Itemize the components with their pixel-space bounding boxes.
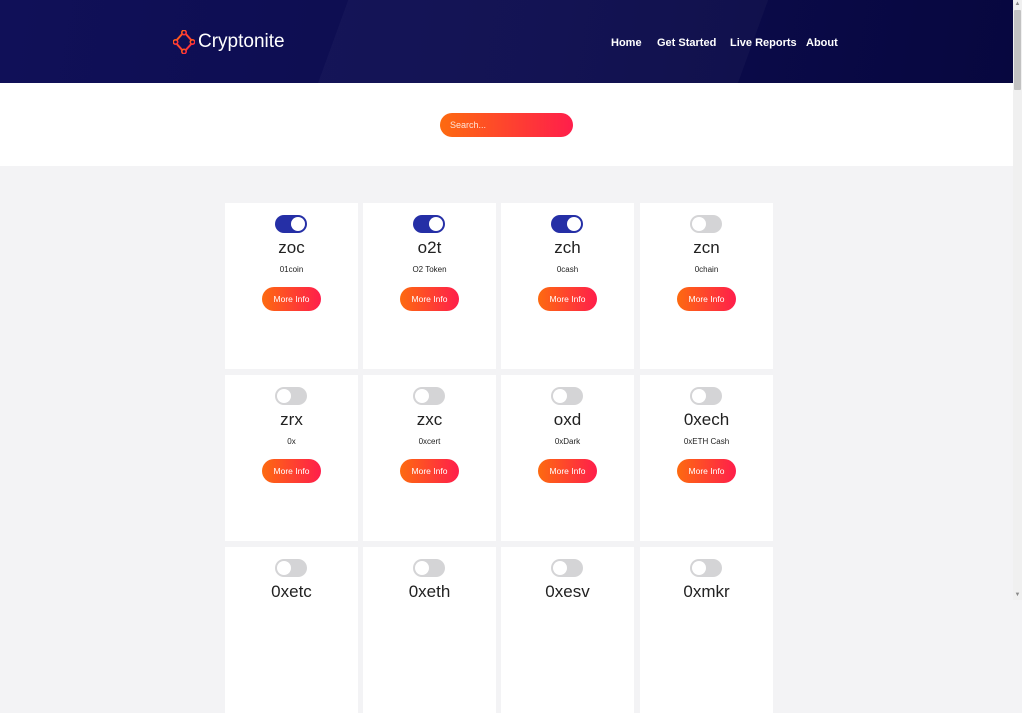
coin-symbol: oxd [553, 410, 582, 429]
coin-toggle[interactable] [413, 559, 445, 577]
coin-symbol: zoc [278, 238, 305, 257]
toggle-knob [692, 389, 706, 403]
nav-home[interactable]: Home [611, 36, 642, 50]
toggle-knob [277, 561, 291, 575]
toggle-knob [291, 217, 305, 231]
coin-card-8: 0xetc [225, 547, 358, 713]
search-input[interactable] [440, 113, 573, 137]
toggle-knob [692, 561, 706, 575]
coin-symbol: 0xech [683, 410, 730, 429]
coin-toggle[interactable] [551, 559, 583, 577]
coin-card-5: zxc 0xcert More Info [363, 375, 496, 541]
coin-toggle[interactable] [551, 215, 583, 233]
coin-card-0: zoc 01coin More Info [225, 203, 358, 369]
coin-card-2: zch 0cash More Info [501, 203, 634, 369]
coin-symbol: zch [554, 238, 581, 257]
coin-toggle[interactable] [413, 387, 445, 405]
more-info-button[interactable]: More Info [538, 287, 597, 311]
coin-card-9: 0xeth [363, 547, 496, 713]
nav-get-started[interactable]: Get Started [657, 36, 716, 50]
coin-card-11: 0xmkr [640, 547, 773, 713]
toggle-knob [429, 217, 443, 231]
toggle-knob [692, 217, 706, 231]
coin-name: O2 Token [412, 265, 447, 274]
more-info-button[interactable]: More Info [677, 459, 736, 483]
coin-card-7: 0xech 0xETH Cash More Info [640, 375, 773, 541]
coin-toggle[interactable] [690, 215, 722, 233]
coin-name: 0x [287, 437, 296, 446]
toggle-knob [277, 389, 291, 403]
coin-name: 01coin [279, 265, 304, 274]
toggle-knob [415, 389, 429, 403]
scroll-down-arrow-icon[interactable]: ▼ [1013, 591, 1022, 600]
coin-card-1: o2t O2 Token More Info [363, 203, 496, 369]
more-info-button[interactable]: More Info [538, 459, 597, 483]
coin-card-10: 0xesv [501, 547, 634, 713]
scroll-up-arrow-icon[interactable]: ▲ [1013, 0, 1022, 9]
coin-toggle[interactable] [275, 559, 307, 577]
coin-card-3: zcn 0chain More Info [640, 203, 773, 369]
coin-card-4: zrx 0x More Info [225, 375, 358, 541]
scrollbar-thumb[interactable] [1014, 10, 1021, 90]
coin-name: 0xETH Cash [683, 437, 730, 446]
toggle-knob [553, 561, 567, 575]
coin-symbol: zxc [416, 410, 443, 429]
coin-toggle[interactable] [275, 215, 307, 233]
coin-toggle[interactable] [690, 559, 722, 577]
coin-toggle[interactable] [413, 215, 445, 233]
brand-name: Cryptonite [198, 31, 285, 52]
coin-symbol: zcn [693, 238, 720, 257]
coin-name: 0xcert [418, 437, 441, 446]
toggle-knob [567, 217, 581, 231]
toggle-knob [415, 561, 429, 575]
more-info-button[interactable]: More Info [262, 287, 321, 311]
nav-about[interactable]: About [806, 36, 838, 50]
coin-card-6: oxd 0xDark More Info [501, 375, 634, 541]
site-header: Cryptonite Home Get Started Live Reports… [0, 0, 1013, 83]
coin-name: 0xDark [554, 437, 581, 446]
coin-toggle[interactable] [690, 387, 722, 405]
coin-name: 0cash [556, 265, 579, 274]
toggle-knob [553, 389, 567, 403]
more-info-button[interactable]: More Info [400, 287, 459, 311]
more-info-button[interactable]: More Info [677, 287, 736, 311]
brand-logo[interactable]: Cryptonite [173, 29, 285, 55]
coin-toggle[interactable] [275, 387, 307, 405]
coin-symbol: zrx [280, 410, 303, 429]
nav-live-reports[interactable]: Live Reports [730, 36, 797, 50]
more-info-button[interactable]: More Info [262, 459, 321, 483]
coin-symbol: o2t [417, 238, 442, 257]
more-info-button[interactable]: More Info [400, 459, 459, 483]
page-scrollbar[interactable]: ▲ ▼ [1013, 0, 1022, 600]
coin-toggle[interactable] [551, 387, 583, 405]
coin-name: 0chain [694, 265, 719, 274]
network-diamond-icon [173, 30, 195, 54]
